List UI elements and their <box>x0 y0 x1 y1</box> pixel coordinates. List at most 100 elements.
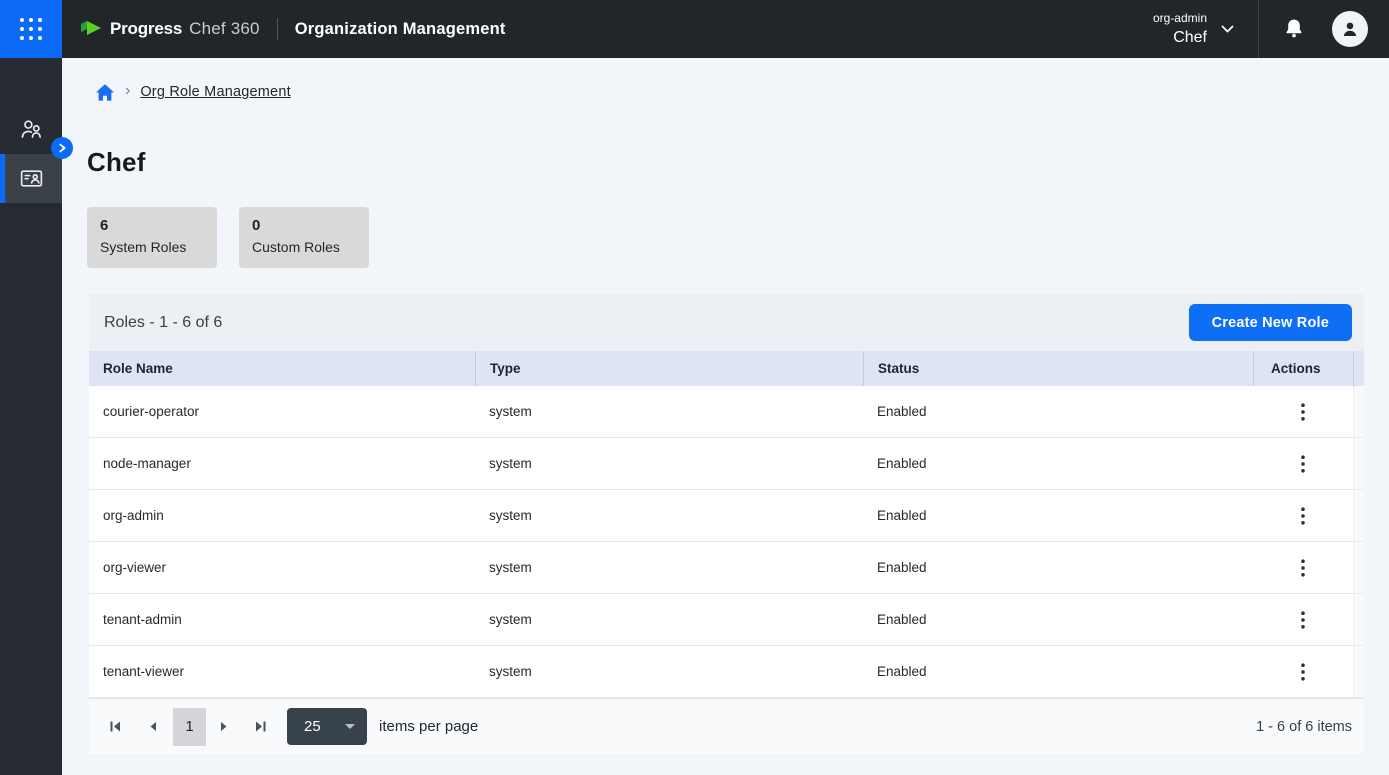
waffle-grid-icon <box>20 18 42 40</box>
table-row: tenant-admin system Enabled <box>89 594 1364 646</box>
items-per-page-label: items per page <box>379 718 478 735</box>
items-per-page-value: 25 <box>304 718 321 735</box>
breadcrumb: › Org Role Management <box>95 81 1389 103</box>
role-badge-icon <box>18 165 45 192</box>
breadcrumb-link-org-role-management[interactable]: Org Role Management <box>140 84 291 100</box>
app-launcher-button[interactable] <box>0 0 62 58</box>
kebab-menu-icon <box>1301 663 1305 681</box>
first-page-button[interactable] <box>103 715 127 739</box>
header-section-divider <box>1258 0 1259 58</box>
row-actions-kebab-button[interactable] <box>1288 605 1318 635</box>
breadcrumb-home-link[interactable] <box>95 83 115 102</box>
stat-card-custom-roles: 0 Custom Roles <box>239 207 369 268</box>
dropdown-caret-icon <box>345 724 355 729</box>
kebab-menu-icon <box>1301 559 1305 577</box>
table-body: courier-operator system Enabled node-man… <box>89 386 1364 698</box>
last-page-button[interactable] <box>249 715 273 739</box>
cell-role-name: node-manager <box>89 438 475 489</box>
users-icon <box>18 116 45 143</box>
cell-role-name: org-admin <box>89 490 475 541</box>
page-title: Chef <box>87 147 1389 177</box>
notifications-button[interactable] <box>1282 17 1306 41</box>
cell-role-name: org-viewer <box>89 542 475 593</box>
top-header: Progress Chef 360 Organization Managemen… <box>0 0 1389 58</box>
cell-status: Enabled <box>863 594 1253 645</box>
cell-status: Enabled <box>863 490 1253 541</box>
pagination-range-label: 1 - 6 of 6 items <box>1256 719 1352 735</box>
brand-logo: Progress Chef 360 <box>79 19 260 40</box>
kebab-menu-icon <box>1301 455 1305 473</box>
header-divider <box>277 18 278 40</box>
cell-actions <box>1253 490 1353 541</box>
cell-status: Enabled <box>863 386 1253 437</box>
user-avatar-button[interactable] <box>1332 11 1368 47</box>
previous-page-icon <box>148 721 158 732</box>
stat-label: Custom Roles <box>252 239 356 255</box>
table-row: courier-operator system Enabled <box>89 386 1364 438</box>
table-card-header: Roles - 1 - 6 of 6 Create New Role <box>89 294 1364 351</box>
cell-actions <box>1253 386 1353 437</box>
stat-value: 0 <box>252 217 356 235</box>
row-actions-kebab-button[interactable] <box>1288 501 1318 531</box>
brand-progress-text: Progress <box>110 19 182 39</box>
main-content: › Org Role Management Chef 6 System Role… <box>62 58 1389 775</box>
first-page-icon <box>108 720 122 733</box>
app-title: Organization Management <box>295 20 506 39</box>
row-actions-kebab-button[interactable] <box>1288 397 1318 427</box>
cell-role-name: courier-operator <box>89 386 475 437</box>
items-per-page-dropdown[interactable]: 25 <box>287 708 367 745</box>
cell-status: Enabled <box>863 646 1253 697</box>
stat-label: System Roles <box>100 239 204 255</box>
cell-type: system <box>475 594 863 645</box>
create-new-role-button[interactable]: Create New Role <box>1189 304 1352 341</box>
cell-actions <box>1253 646 1353 697</box>
person-icon <box>1339 18 1361 40</box>
table-row: org-viewer system Enabled <box>89 542 1364 594</box>
progress-logo-icon <box>79 19 103 40</box>
cell-type: system <box>475 386 863 437</box>
cell-actions <box>1253 542 1353 593</box>
row-actions-kebab-button[interactable] <box>1288 553 1318 583</box>
brand-chef360-text: Chef 360 <box>189 19 260 39</box>
roles-table-card: Roles - 1 - 6 of 6 Create New Role Role … <box>89 294 1364 754</box>
cell-type: system <box>475 542 863 593</box>
next-page-icon <box>219 721 229 732</box>
cell-role-name: tenant-viewer <box>89 646 475 697</box>
stat-value: 6 <box>100 217 204 235</box>
sidebar-expand-button[interactable] <box>51 137 73 159</box>
row-actions-kebab-button[interactable] <box>1288 657 1318 687</box>
sidebar <box>0 58 62 775</box>
kebab-menu-icon <box>1301 611 1305 629</box>
org-role-label: org-admin <box>1153 11 1207 25</box>
column-header-type: Type <box>475 351 863 386</box>
cell-type: system <box>475 646 863 697</box>
table-header-row: Role Name Type Status Actions <box>89 351 1364 386</box>
chevron-down-icon <box>1221 25 1234 33</box>
column-header-status: Status <box>863 351 1253 386</box>
cell-status: Enabled <box>863 542 1253 593</box>
pagination-bar: 1 25 items per page 1 - 6 of 6 items <box>89 698 1364 754</box>
table-row: node-manager system Enabled <box>89 438 1364 490</box>
table-summary: Roles - 1 - 6 of 6 <box>104 314 222 332</box>
previous-page-button[interactable] <box>141 715 165 739</box>
bell-icon <box>1282 17 1306 41</box>
home-icon <box>95 83 115 102</box>
chevron-right-icon <box>56 142 68 154</box>
cell-status: Enabled <box>863 438 1253 489</box>
org-switcher[interactable]: org-admin Chef <box>1153 11 1234 47</box>
kebab-menu-icon <box>1301 403 1305 421</box>
breadcrumb-separator: › <box>125 83 130 101</box>
cell-type: system <box>475 438 863 489</box>
cell-type: system <box>475 490 863 541</box>
cell-actions <box>1253 594 1353 645</box>
cell-actions <box>1253 438 1353 489</box>
table-scroll-gutter <box>1353 351 1364 386</box>
sidebar-item-roles[interactable] <box>0 154 62 203</box>
stats-row: 6 System Roles 0 Custom Roles <box>87 207 1389 268</box>
page-number-button[interactable]: 1 <box>173 708 206 746</box>
next-page-button[interactable] <box>212 715 236 739</box>
table-row: org-admin system Enabled <box>89 490 1364 542</box>
kebab-menu-icon <box>1301 507 1305 525</box>
row-actions-kebab-button[interactable] <box>1288 449 1318 479</box>
column-header-role-name: Role Name <box>89 351 475 386</box>
